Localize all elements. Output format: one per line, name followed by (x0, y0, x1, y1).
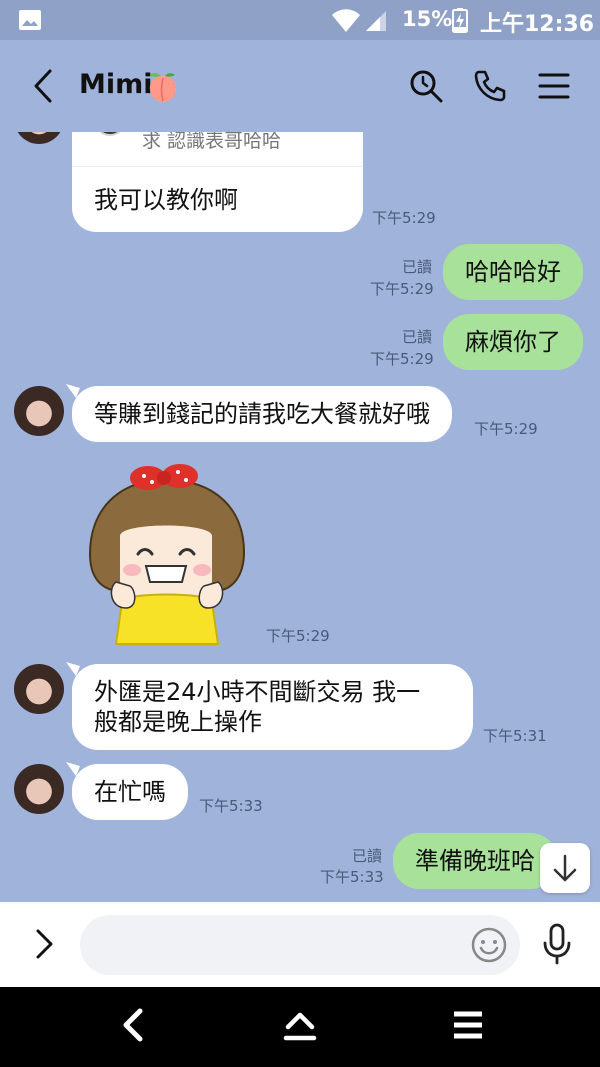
read-receipt: 已讀 (352, 847, 383, 865)
arrow-down-icon (553, 854, 577, 882)
message-list[interactable]: 求 認識表哥哈哈 我可以教你啊 下午5:29 已讀 下午5:29 哈哈哈好 已讀… (0, 132, 600, 902)
message-time: 下午5:31 (483, 727, 547, 745)
status-clock: 上午12:36 (480, 12, 595, 37)
signal-icon (366, 11, 386, 31)
message-text-line: 般都是晚上操作 (94, 708, 262, 736)
message-time: 下午5:29 (370, 280, 434, 298)
message-text: 等賺到錢記的請我吃大餐就好哦 (94, 400, 430, 428)
nav-back-icon[interactable] (114, 1005, 154, 1045)
message-time: 下午5:29 (474, 420, 538, 438)
chat-header: Mimi (0, 40, 600, 132)
search-icon[interactable] (406, 66, 446, 106)
status-bar: 15% 上午12:36 (0, 0, 600, 40)
sticker-girl-laughing[interactable] (86, 462, 248, 646)
battery-charging-icon (452, 8, 468, 33)
menu-icon[interactable] (534, 66, 574, 106)
phone-icon[interactable] (470, 66, 510, 106)
scroll-to-bottom-button[interactable] (540, 843, 590, 893)
message-time: 下午5:29 (372, 209, 436, 227)
outgoing-message-bubble[interactable]: 麻煩你了 (443, 314, 583, 370)
message-text: 在忙嗎 (94, 778, 166, 806)
nav-menu-icon[interactable] (448, 1005, 488, 1045)
message-time: 下午5:29 (266, 627, 330, 645)
outgoing-message-bubble[interactable]: 準備晚班哈 (393, 833, 557, 889)
back-icon[interactable] (26, 66, 62, 106)
peach-emoji-icon (149, 72, 177, 102)
quoted-text: 求 認識表哥哈哈 (142, 132, 282, 152)
incoming-message-bubble[interactable]: 等賺到錢記的請我吃大餐就好哦 (72, 386, 452, 442)
avatar[interactable] (14, 764, 64, 814)
message-text-line: 外匯是24小時不間斷交易 我一 (94, 678, 421, 706)
message-time: 下午5:29 (370, 350, 434, 368)
incoming-message-bubble[interactable]: 外匯是24小時不間斷交易 我一 般都是晚上操作 (72, 664, 473, 750)
read-receipt: 已讀 (402, 328, 433, 346)
microphone-icon[interactable] (540, 922, 574, 966)
avatar[interactable] (14, 132, 64, 144)
message-time: 下午5:33 (320, 868, 384, 886)
system-navigation-bar (0, 987, 600, 1067)
message-text: 準備晚班哈 (415, 847, 535, 875)
incoming-message-bubble[interactable]: 在忙嗎 (72, 764, 188, 820)
wifi-icon (332, 9, 360, 32)
gallery-icon (19, 10, 41, 30)
message-text: 哈哈哈好 (465, 258, 561, 286)
quoted-avatar (94, 132, 126, 136)
avatar[interactable] (14, 386, 64, 436)
message-input[interactable] (80, 915, 520, 975)
expand-icon[interactable] (32, 927, 56, 961)
chat-screen: 15% 上午12:36 Mimi 求 認識表哥哈哈 我可以教你啊 下午5:29 … (0, 0, 600, 1067)
message-input-bar (0, 902, 600, 987)
message-text: 麻煩你了 (465, 328, 561, 356)
nav-home-icon[interactable] (280, 1005, 320, 1045)
read-receipt: 已讀 (402, 258, 433, 276)
chat-title: Mimi (79, 69, 153, 100)
battery-percent: 15% (402, 7, 453, 31)
emoji-icon[interactable] (470, 926, 508, 964)
message-time: 下午5:33 (199, 797, 263, 815)
outgoing-message-bubble[interactable]: 哈哈哈好 (443, 244, 583, 300)
avatar[interactable] (14, 664, 64, 714)
message-text: 我可以教你啊 (94, 186, 238, 214)
reply-divider (72, 166, 363, 167)
reply-message-card[interactable]: 求 認識表哥哈哈 我可以教你啊 (72, 132, 363, 232)
